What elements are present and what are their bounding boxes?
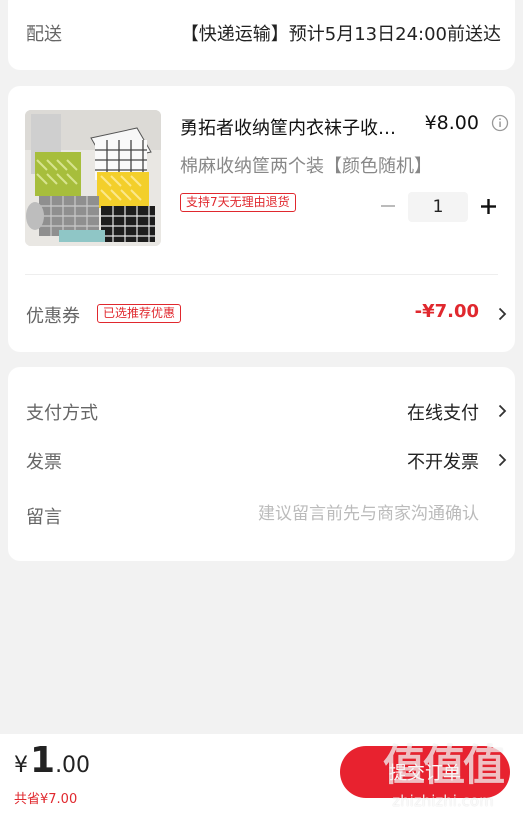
delivery-estimate: 【快递运输】预计5月13日24:00前送达 (180, 24, 501, 45)
product-price: ¥8.00 (424, 112, 479, 134)
info-icon[interactable] (491, 114, 509, 132)
message-label: 留言 (26, 507, 62, 528)
delivery-label: 配送 (26, 24, 62, 45)
divider (25, 274, 498, 275)
product-spec: 棉麻收纳筐两个装【颜色随机】 (180, 156, 432, 177)
storage-basket-photo (25, 110, 161, 246)
total-integer: 1 (30, 740, 56, 781)
payment-chevron-right-icon[interactable] (497, 404, 507, 418)
decrease-quantity-button[interactable] (380, 198, 396, 214)
total-saved: 共省¥7.00 (14, 792, 78, 807)
product-title[interactable]: 勇拓者收纳筐内衣袜子收纳盒 (180, 114, 400, 140)
product-card: 勇拓者收纳筐内衣袜子收纳盒 ¥8.00 棉麻收纳筐两个装【颜色随机】 支持7天无… (8, 86, 515, 352)
submit-order-button[interactable]: 提交订单 (340, 746, 510, 798)
product-image[interactable] (25, 110, 161, 246)
total-decimal: .00 (55, 753, 91, 778)
delivery-card: 配送 【快递运输】预计5月13日24:00前送达 (8, 0, 515, 70)
total-currency: ¥ (14, 753, 28, 778)
coupon-chevron-right-icon[interactable] (497, 307, 507, 321)
coupon-tag: 已选推荐优惠 (97, 304, 182, 323)
payment-card: 支付方式 在线支付 发票 不开发票 留言 (8, 367, 515, 561)
payment-method-value[interactable]: 在线支付 (407, 399, 479, 425)
invoice-value[interactable]: 不开发票 (407, 448, 479, 474)
bottom-bar: ¥1.00 共省¥7.00 提交订单 (0, 734, 523, 822)
invoice-label: 发票 (26, 452, 62, 473)
coupon-discount[interactable]: -¥7.00 (415, 301, 479, 322)
payment-method-label: 支付方式 (26, 403, 98, 424)
increase-quantity-button[interactable] (480, 198, 497, 215)
quantity-field[interactable]: 1 (408, 192, 468, 222)
message-input[interactable] (188, 501, 479, 527)
invoice-chevron-right-icon[interactable] (497, 453, 507, 467)
return-policy-badge: 支持7天无理由退货 (180, 193, 296, 212)
coupon-label: 优惠券 (26, 306, 80, 327)
order-total: ¥1.00 (14, 740, 90, 781)
